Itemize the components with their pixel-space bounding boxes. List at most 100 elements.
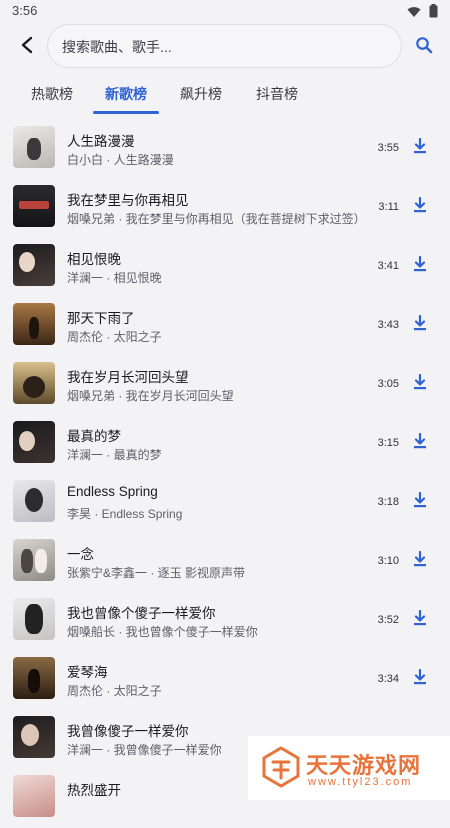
song-row[interactable]: 我在梦里与你再相见 烟嗓兄弟 · 我在梦里与你再相见（我在菩提树下求过签） 3:… [0, 179, 450, 238]
song-subtitle: 烟嗓兄弟 · 我在梦里与你再相见（我在菩提树下求过签） [67, 212, 366, 226]
song-duration: 3:52 [377, 614, 399, 626]
download-icon [413, 137, 427, 159]
tab-label: 抖音榜 [256, 86, 298, 102]
download-button[interactable] [410, 491, 430, 513]
song-title: 人生路漫漫 [67, 134, 135, 149]
download-button[interactable] [410, 373, 430, 395]
song-row[interactable]: 最真的梦 洋澜一 · 最真的梦 3:15 [0, 415, 450, 474]
song-title: 我在岁月长河回头望 [67, 370, 189, 385]
back-arrow-icon [20, 36, 34, 59]
song-duration: 3:05 [377, 378, 399, 390]
song-title: 那天下雨了 [67, 311, 135, 326]
song-title: 热烈盛开 [67, 783, 121, 798]
song-subtitle: 洋澜一 · 相见恨晚 [67, 271, 162, 285]
song-subtitle: 张紫宁&李鑫一 · 逐玉 影视原声带 [67, 566, 246, 580]
wifi-icon [407, 5, 421, 23]
tab-rising[interactable]: 飙升榜 [171, 76, 231, 114]
song-title: 一念 [67, 547, 94, 562]
download-icon [413, 432, 427, 454]
song-subtitle: 洋澜一 · 最真的梦 [67, 448, 162, 462]
song-title: 相见恨晚 [67, 252, 121, 267]
song-row[interactable]: 一念 张紫宁&李鑫一 · 逐玉 影视原声带 3:10 [0, 533, 450, 592]
song-duration: 3:18 [377, 496, 399, 508]
album-cover [13, 657, 55, 699]
search-input[interactable] [60, 25, 394, 69]
download-icon [413, 609, 427, 631]
song-title: 我也曾像个傻子一样爱你 [67, 606, 216, 621]
song-title: 我曾像傻子一样爱你 [67, 724, 189, 739]
album-cover [13, 244, 55, 286]
search-button[interactable] [409, 32, 439, 62]
song-row[interactable]: 爱琴海 周杰伦 · 太阳之子 3:34 [0, 651, 450, 710]
back-button[interactable] [12, 32, 42, 62]
album-cover [13, 185, 55, 227]
download-button[interactable] [410, 137, 430, 159]
watermark: 天天游戏网 www.ttyl23.com [248, 736, 450, 800]
download-icon [413, 550, 427, 572]
song-duration: 3:55 [377, 142, 399, 154]
song-subtitle: 洋澜一 · 我曾像傻子一样爱你 [67, 743, 222, 757]
song-subtitle: 白小白 · 人生路漫漫 [67, 153, 174, 167]
song-title: Endless Spring [67, 484, 158, 499]
album-cover [13, 716, 55, 758]
status-icons [407, 4, 438, 23]
song-subtitle: 李昊 · Endless Spring [67, 507, 183, 521]
download-icon [413, 314, 427, 336]
download-button[interactable] [410, 609, 430, 631]
download-icon [413, 668, 427, 690]
header [0, 22, 450, 72]
song-row[interactable]: Endless Spring 李昊 · Endless Spring 3:18 [0, 474, 450, 533]
album-cover [13, 539, 55, 581]
download-icon [413, 373, 427, 395]
tab-label: 新歌榜 [105, 86, 147, 102]
download-button[interactable] [410, 255, 430, 277]
watermark-url: www.ttyl23.com [308, 776, 413, 788]
song-duration: 3:15 [377, 437, 399, 449]
song-row[interactable]: 相见恨晚 洋澜一 · 相见恨晚 3:41 [0, 238, 450, 297]
song-duration: 3:41 [377, 260, 399, 272]
song-title: 我在梦里与你再相见 [67, 193, 189, 208]
tab-label: 飙升榜 [180, 86, 222, 102]
album-cover [13, 480, 55, 522]
song-row[interactable]: 人生路漫漫 白小白 · 人生路漫漫 3:55 [0, 120, 450, 179]
chart-tabs: 热歌榜 新歌榜 飙升榜 抖音榜 [0, 76, 450, 116]
song-duration: 3:43 [377, 319, 399, 331]
album-cover [13, 126, 55, 168]
song-row[interactable]: 我在岁月长河回头望 烟嗓兄弟 · 我在岁月长河回头望 3:05 [0, 356, 450, 415]
song-subtitle: 烟嗓船长 · 我也曾像个傻子一样爱你 [67, 625, 258, 639]
song-duration: 3:34 [377, 673, 399, 685]
tab-new[interactable]: 新歌榜 [93, 76, 159, 114]
download-icon [413, 491, 427, 513]
status-bar: 3:56 [0, 0, 450, 22]
album-cover [13, 775, 55, 817]
download-icon [413, 255, 427, 277]
song-row[interactable]: 那天下雨了 周杰伦 · 太阳之子 3:43 [0, 297, 450, 356]
tab-hot[interactable]: 热歌榜 [22, 76, 82, 114]
song-row[interactable]: 我也曾像个傻子一样爱你 烟嗓船长 · 我也曾像个傻子一样爱你 3:52 [0, 592, 450, 651]
album-cover [13, 598, 55, 640]
download-icon [413, 196, 427, 218]
status-time: 3:56 [12, 3, 38, 18]
album-cover [13, 362, 55, 404]
download-button[interactable] [410, 432, 430, 454]
album-cover [13, 303, 55, 345]
song-duration: 3:11 [378, 201, 399, 213]
song-title: 最真的梦 [67, 429, 121, 444]
search-box [47, 24, 402, 69]
search-icon [415, 36, 433, 59]
album-cover [13, 421, 55, 463]
watermark-logo-icon [262, 746, 300, 793]
tab-label: 热歌榜 [31, 86, 73, 102]
song-subtitle: 烟嗓兄弟 · 我在岁月长河回头望 [67, 389, 234, 403]
song-subtitle: 周杰伦 · 太阳之子 [67, 684, 162, 698]
download-button[interactable] [410, 668, 430, 690]
song-title: 爱琴海 [67, 665, 108, 680]
download-button[interactable] [410, 314, 430, 336]
song-duration: 3:10 [377, 555, 399, 567]
tab-douyin[interactable]: 抖音榜 [247, 76, 307, 114]
song-subtitle: 周杰伦 · 太阳之子 [67, 330, 162, 344]
battery-icon [429, 4, 438, 23]
download-button[interactable] [410, 550, 430, 572]
tab-indicator [93, 111, 159, 114]
download-button[interactable] [410, 196, 430, 218]
